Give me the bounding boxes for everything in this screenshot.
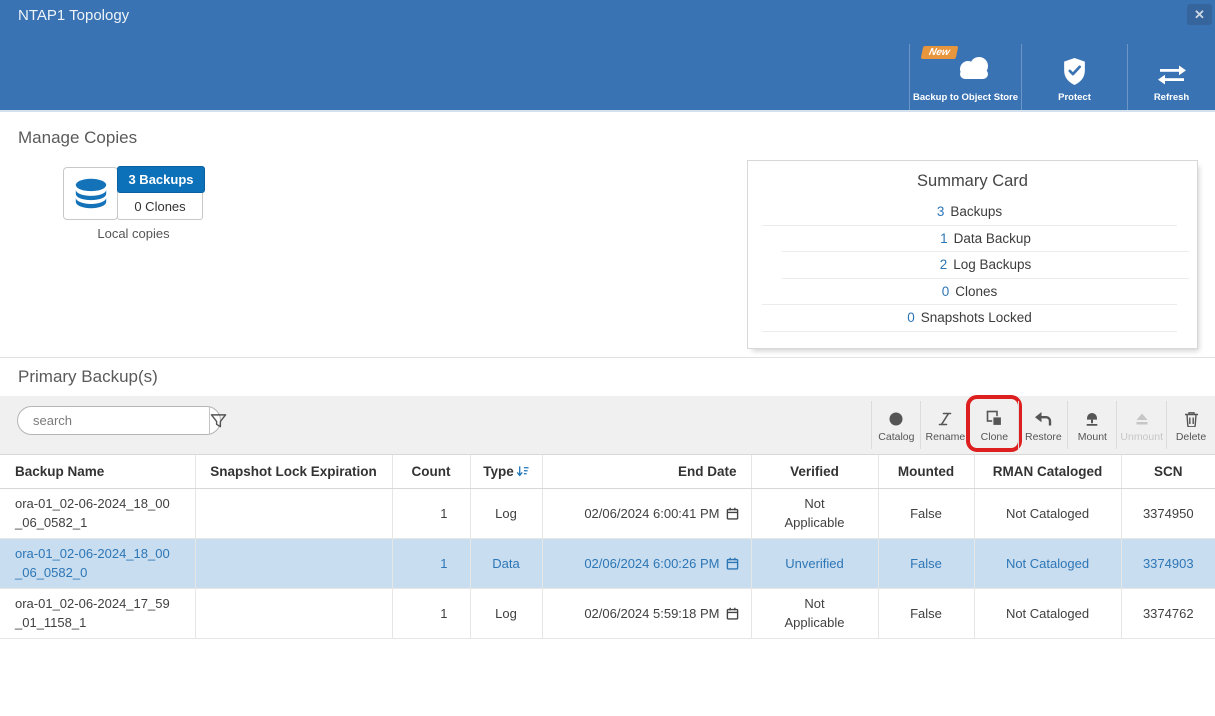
summary-count: 1 <box>940 231 948 246</box>
backup-actions: Catalog Rename Clone Restore <box>871 401 1215 449</box>
database-icon <box>72 177 110 210</box>
new-badge: New <box>920 46 957 59</box>
delete-button[interactable]: Delete <box>1166 401 1215 449</box>
backups-table: Backup Name Snapshot Lock Expiration Cou… <box>0 455 1215 639</box>
column-header-verified[interactable]: Verified <box>751 455 878 488</box>
unmount-eject-icon <box>1134 411 1150 427</box>
close-icon: ✕ <box>1194 7 1205 23</box>
summary-count: 0 <box>942 284 950 299</box>
close-button[interactable]: ✕ <box>1187 4 1212 25</box>
summary-count: 2 <box>940 257 948 272</box>
summary-row-backups: 3 Backups <box>762 199 1177 226</box>
summary-count: 0 <box>907 310 915 325</box>
column-header-mounted[interactable]: Mounted <box>878 455 974 488</box>
primary-backups-toolbar: Catalog Rename Clone Restore <box>0 396 1215 455</box>
summary-label: Clones <box>955 284 997 299</box>
catalog-icon <box>888 411 904 427</box>
summary-card: Summary Card 3 Backups 1 Data Backup 2 L… <box>747 160 1198 349</box>
manage-copies-title: Manage Copies <box>18 128 137 148</box>
delete-trash-icon <box>1184 411 1199 427</box>
summary-row-log-backups: 2 Log Backups <box>782 252 1189 279</box>
local-copies-caption: Local copies <box>63 226 204 241</box>
filter-button[interactable] <box>209 407 227 434</box>
shield-check-icon <box>1062 57 1087 86</box>
table-header-row: Backup Name Snapshot Lock Expiration Cou… <box>0 455 1215 488</box>
search-pill <box>17 406 221 435</box>
restore-button[interactable]: Restore <box>1018 401 1067 449</box>
filter-funnel-icon <box>210 413 227 429</box>
dialog-header: NTAP1 Topology ✕ New Backup to Object St… <box>0 0 1215 112</box>
manage-copies-section: Manage Copies 3 Backups 0 Clones Local c… <box>0 112 1215 358</box>
header-button-label: Refresh <box>1154 92 1189 103</box>
calendar-icon <box>726 507 739 520</box>
restore-icon <box>1034 411 1052 427</box>
column-header-scn[interactable]: SCN <box>1121 455 1215 488</box>
calendar-icon <box>726 607 739 620</box>
table-row[interactable]: ora-01_02-06-2024_17_59_01_1158_1 1 Log … <box>0 588 1215 638</box>
primary-backups-title: Primary Backup(s) <box>18 367 158 387</box>
column-header-count[interactable]: Count <box>392 455 470 488</box>
sort-descending-icon <box>516 465 529 478</box>
column-header-snapshot-lock-expiration[interactable]: Snapshot Lock Expiration <box>195 455 392 488</box>
refresh-button[interactable]: Refresh <box>1127 44 1215 110</box>
header-button-label: Protect <box>1058 92 1091 103</box>
backup-to-object-store-button[interactable]: New Backup to Object Store <box>909 44 1021 110</box>
summary-row-clones: 0 Clones <box>762 279 1177 306</box>
local-copies-card: 3 Backups 0 Clones <box>63 167 203 220</box>
header-actions: New Backup to Object Store Protect Refre… <box>909 44 1215 110</box>
summary-card-title: Summary Card <box>748 172 1197 191</box>
clones-toggle-button[interactable]: 0 Clones <box>117 193 203 220</box>
table-row-selected[interactable]: ora-01_02-06-2024_18_00_06_0582_0 1 Data… <box>0 538 1215 588</box>
cloud-icon <box>954 55 994 81</box>
rename-button[interactable]: Rename <box>920 401 969 449</box>
mount-button[interactable]: Mount <box>1067 401 1116 449</box>
clone-icon <box>986 410 1003 427</box>
unmount-button: Unmount <box>1116 401 1166 449</box>
rename-icon <box>937 411 953 427</box>
summary-label: Data Backup <box>954 231 1031 246</box>
catalog-button[interactable]: Catalog <box>871 401 920 449</box>
header-button-label: Backup to Object Store <box>913 92 1018 103</box>
search-input[interactable] <box>18 407 209 434</box>
backups-toggle-button[interactable]: 3 Backups <box>117 166 205 193</box>
summary-label: Log Backups <box>953 257 1031 272</box>
page-title: NTAP1 Topology <box>18 7 129 24</box>
mount-icon <box>1084 411 1100 427</box>
summary-row-snapshots-locked: 0 Snapshots Locked <box>762 305 1177 332</box>
summary-row-data-backup: 1 Data Backup <box>782 226 1189 253</box>
table-row[interactable]: ora-01_02-06-2024_18_00_06_0582_1 1 Log … <box>0 488 1215 538</box>
clone-button[interactable]: Clone <box>969 401 1018 449</box>
column-header-rman-cataloged[interactable]: RMAN Cataloged <box>974 455 1121 488</box>
protect-button[interactable]: Protect <box>1021 44 1127 110</box>
summary-label: Backups <box>950 204 1002 219</box>
column-header-backup-name[interactable]: Backup Name <box>0 455 195 488</box>
summary-label: Snapshots Locked <box>921 310 1032 325</box>
calendar-icon <box>726 557 739 570</box>
summary-count: 3 <box>937 204 945 219</box>
refresh-icon <box>1157 64 1187 86</box>
column-header-end-date[interactable]: End Date <box>542 455 751 488</box>
database-icon-box <box>63 167 118 220</box>
column-header-type[interactable]: Type <box>470 455 542 488</box>
